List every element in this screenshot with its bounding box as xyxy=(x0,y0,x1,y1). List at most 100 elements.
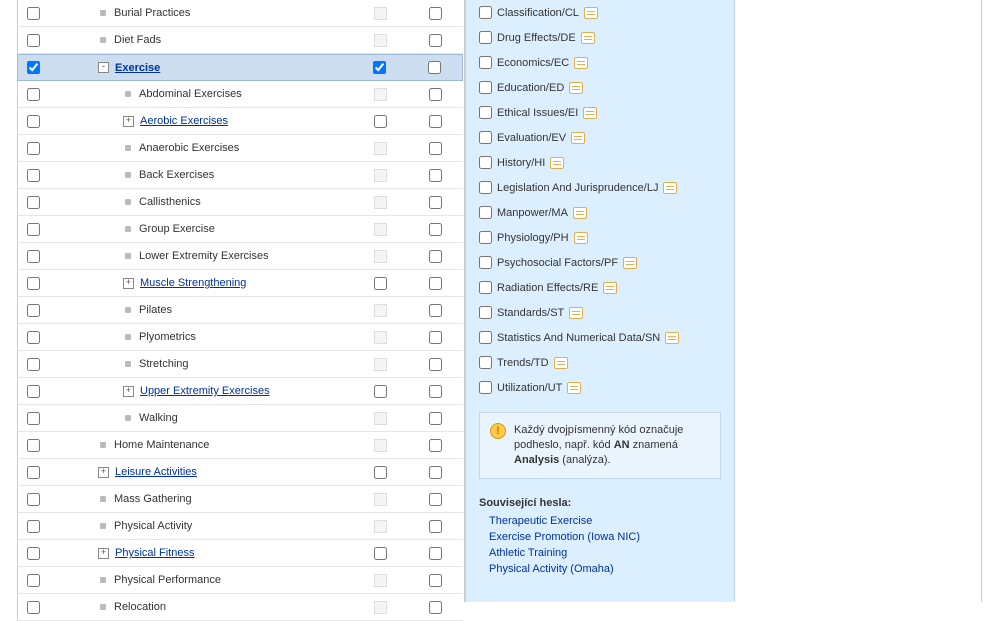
major-checkbox[interactable] xyxy=(429,574,442,587)
expand-icon[interactable]: + xyxy=(123,116,134,127)
major-checkbox[interactable] xyxy=(429,34,442,47)
major-checkbox[interactable] xyxy=(429,601,442,614)
subheading-checkbox[interactable] xyxy=(479,381,492,394)
major-checkbox[interactable] xyxy=(429,412,442,425)
subheading-checkbox[interactable] xyxy=(479,6,492,19)
row-select-checkbox[interactable] xyxy=(27,493,40,506)
explode-checkbox[interactable] xyxy=(374,547,387,560)
note-icon[interactable] xyxy=(567,382,581,394)
row-select-checkbox[interactable] xyxy=(27,250,40,263)
explode-checkbox[interactable] xyxy=(374,385,387,398)
row-select-checkbox[interactable] xyxy=(27,88,40,101)
row-select-checkbox[interactable] xyxy=(27,412,40,425)
subheading-checkbox[interactable] xyxy=(479,306,492,319)
subheading-checkbox[interactable] xyxy=(479,356,492,369)
subheading-checkbox[interactable] xyxy=(479,156,492,169)
note-icon[interactable] xyxy=(581,32,595,44)
row-select-checkbox[interactable] xyxy=(27,574,40,587)
note-icon[interactable] xyxy=(574,57,588,69)
note-icon[interactable] xyxy=(569,82,583,94)
subheading-checkbox[interactable] xyxy=(479,231,492,244)
major-checkbox[interactable] xyxy=(429,439,442,452)
subheading-checkbox[interactable] xyxy=(479,31,492,44)
subheading-checkbox[interactable] xyxy=(479,281,492,294)
collapse-icon[interactable]: - xyxy=(98,62,109,73)
major-checkbox[interactable] xyxy=(429,304,442,317)
row-select-checkbox[interactable] xyxy=(27,61,40,74)
major-checkbox[interactable] xyxy=(429,250,442,263)
subheading-checkbox[interactable] xyxy=(479,181,492,194)
note-icon[interactable] xyxy=(569,307,583,319)
major-checkbox[interactable] xyxy=(429,223,442,236)
row-select-checkbox[interactable] xyxy=(27,547,40,560)
subheading-checkbox[interactable] xyxy=(479,56,492,69)
major-checkbox[interactable] xyxy=(429,493,442,506)
note-icon[interactable] xyxy=(574,232,588,244)
explode-checkbox[interactable] xyxy=(374,466,387,479)
term-label[interactable]: Muscle Strengthening xyxy=(140,277,246,289)
row-select-checkbox[interactable] xyxy=(27,466,40,479)
note-icon[interactable] xyxy=(584,7,598,19)
row-select-checkbox[interactable] xyxy=(27,223,40,236)
subheading-checkbox[interactable] xyxy=(479,331,492,344)
explode-checkbox[interactable] xyxy=(374,277,387,290)
note-icon[interactable] xyxy=(663,182,677,194)
major-checkbox[interactable] xyxy=(429,385,442,398)
row-select-checkbox[interactable] xyxy=(27,385,40,398)
term-label[interactable]: Leisure Activities xyxy=(115,466,197,478)
explode-checkbox[interactable] xyxy=(374,115,387,128)
note-icon[interactable] xyxy=(550,157,564,169)
expand-icon[interactable]: + xyxy=(123,386,134,397)
major-checkbox[interactable] xyxy=(429,142,442,155)
related-link[interactable]: Athletic Training xyxy=(479,545,721,561)
row-select-checkbox[interactable] xyxy=(27,304,40,317)
expand-icon[interactable]: + xyxy=(123,278,134,289)
major-checkbox[interactable] xyxy=(429,520,442,533)
row-select-checkbox[interactable] xyxy=(27,277,40,290)
row-select-checkbox[interactable] xyxy=(27,358,40,371)
major-checkbox[interactable] xyxy=(429,7,442,20)
major-checkbox[interactable] xyxy=(429,466,442,479)
subheading-checkbox[interactable] xyxy=(479,256,492,269)
row-select-checkbox[interactable] xyxy=(27,169,40,182)
major-checkbox[interactable] xyxy=(428,61,441,74)
row-select-checkbox[interactable] xyxy=(27,601,40,614)
row-select-checkbox[interactable] xyxy=(27,115,40,128)
major-checkbox[interactable] xyxy=(429,88,442,101)
row-select-checkbox[interactable] xyxy=(27,439,40,452)
major-checkbox[interactable] xyxy=(429,169,442,182)
subheading-checkbox[interactable] xyxy=(479,81,492,94)
term-label[interactable]: Exercise xyxy=(115,62,160,74)
major-checkbox[interactable] xyxy=(429,547,442,560)
explode-checkbox[interactable] xyxy=(373,61,386,74)
major-checkbox[interactable] xyxy=(429,358,442,371)
subheading-checkbox[interactable] xyxy=(479,131,492,144)
expand-icon[interactable]: + xyxy=(98,548,109,559)
related-link[interactable]: Physical Activity (Omaha) xyxy=(479,561,721,577)
term-label[interactable]: Upper Extremity Exercises xyxy=(140,385,270,397)
term-label[interactable]: Physical Fitness xyxy=(115,547,194,559)
row-select-checkbox[interactable] xyxy=(27,331,40,344)
row-select-checkbox[interactable] xyxy=(27,142,40,155)
note-icon[interactable] xyxy=(573,207,587,219)
note-icon[interactable] xyxy=(665,332,679,344)
subheading-checkbox[interactable] xyxy=(479,206,492,219)
major-checkbox[interactable] xyxy=(429,115,442,128)
subheading-checkbox[interactable] xyxy=(479,106,492,119)
related-link[interactable]: Exercise Promotion (Iowa NIC) xyxy=(479,529,721,545)
related-link[interactable]: Therapeutic Exercise xyxy=(479,513,721,529)
note-icon[interactable] xyxy=(554,357,568,369)
note-icon[interactable] xyxy=(583,107,597,119)
major-checkbox[interactable] xyxy=(429,277,442,290)
expand-icon[interactable]: + xyxy=(98,467,109,478)
row-select-checkbox[interactable] xyxy=(27,7,40,20)
note-icon[interactable] xyxy=(603,282,617,294)
row-select-checkbox[interactable] xyxy=(27,34,40,47)
note-icon[interactable] xyxy=(623,257,637,269)
major-checkbox[interactable] xyxy=(429,331,442,344)
row-select-checkbox[interactable] xyxy=(27,520,40,533)
major-checkbox[interactable] xyxy=(429,196,442,209)
row-select-checkbox[interactable] xyxy=(27,196,40,209)
note-icon[interactable] xyxy=(571,132,585,144)
term-label[interactable]: Aerobic Exercises xyxy=(140,115,228,127)
